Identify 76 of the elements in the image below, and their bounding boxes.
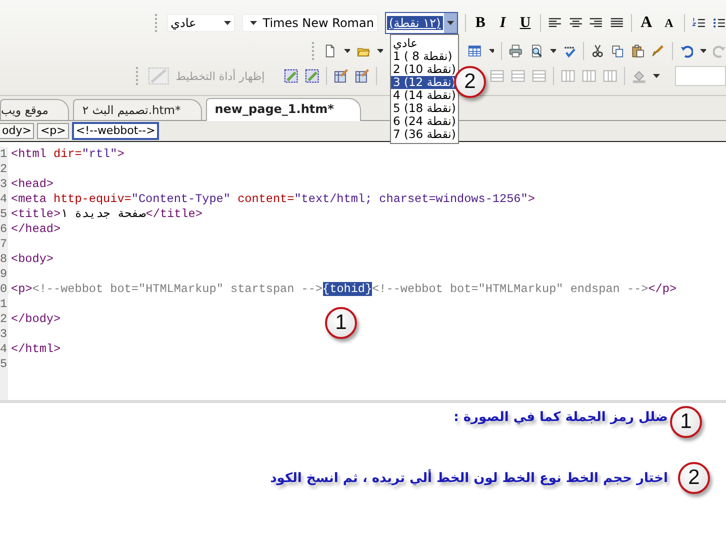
line-number: 3 xyxy=(0,327,8,342)
layout-cell-icon[interactable] xyxy=(284,68,298,84)
number-badge: 2 xyxy=(678,462,710,494)
shrink-font-button[interactable]: A xyxy=(661,16,677,30)
document-tab[interactable]: تصميم البث ٢.htm* xyxy=(73,99,202,120)
line-number: 0 xyxy=(0,282,8,297)
bold-button[interactable]: B xyxy=(472,14,488,32)
show-layout-tool-label: إظهار أداة التخطيط xyxy=(176,70,265,82)
tag-selector[interactable]: ody> xyxy=(0,123,34,139)
line-number: 4 xyxy=(0,342,8,357)
caret-icon[interactable] xyxy=(344,49,350,53)
document-icon[interactable] xyxy=(323,43,337,59)
font-size-option[interactable]: 6 (24 نقطة) xyxy=(391,115,458,128)
font-size-option[interactable]: عادي xyxy=(391,37,458,50)
caret-icon[interactable] xyxy=(550,49,556,53)
line-number: 6 xyxy=(0,222,8,237)
underline-button[interactable]: U xyxy=(518,14,533,32)
code-line: <html dir="rtl"> xyxy=(11,147,124,161)
font-size-option[interactable]: 1 ( 8 نقطة) xyxy=(391,50,458,63)
line-number: 1 xyxy=(0,297,8,312)
number-badge: 1 xyxy=(670,406,702,438)
tag-selector[interactable]: <!--webbot--> xyxy=(72,122,160,140)
caret-icon[interactable] xyxy=(250,21,257,25)
caret-icon[interactable] xyxy=(446,21,454,25)
line-number: 2 xyxy=(0,162,8,177)
caret-icon[interactable] xyxy=(488,49,494,53)
font-size-dropdown[interactable]: (١٢ نقطة) xyxy=(384,12,458,34)
italic-button[interactable]: I xyxy=(495,14,511,32)
code-line: <body> xyxy=(11,252,54,266)
code-line: </body> xyxy=(11,312,61,326)
edit-table-icon[interactable] xyxy=(355,68,370,84)
instruction-text: ضلل رمز الجملة كما في الصورة : xyxy=(454,410,668,425)
line-number: 7 xyxy=(0,237,8,252)
number-badge: 1 xyxy=(325,307,357,339)
font-size-option[interactable]: 5 (18 نقطة) xyxy=(391,102,458,115)
line-number: 5 xyxy=(0,357,8,372)
code-line: <!--webbot bot="HTMLMarkup" endspan --></p> xyxy=(372,282,677,296)
font-size-option[interactable]: 7 (36 نقطة) xyxy=(391,128,458,141)
caret-icon[interactable] xyxy=(700,49,706,53)
layout-cell-icon[interactable] xyxy=(305,68,320,84)
printer-icon[interactable] xyxy=(509,43,523,59)
number-badge: 2 xyxy=(454,66,486,98)
line-number: 2 xyxy=(0,312,8,327)
caret-icon[interactable] xyxy=(376,49,383,53)
scissors-icon[interactable] xyxy=(590,43,604,59)
tag-selector[interactable]: <p> xyxy=(37,123,69,139)
copy-icon[interactable] xyxy=(610,43,624,59)
code-line: <p><!--webbot bot="HTMLMarkup" startspan --> xyxy=(11,282,323,296)
code-line: </head> xyxy=(11,222,61,236)
code-line: </html> xyxy=(11,342,61,356)
code-line: <meta http-equiv="Content-Type" content="text/html; charset=windows-1256"> xyxy=(11,192,535,206)
document-tab[interactable]: موقع ويب xyxy=(0,99,70,120)
line-number: 1 xyxy=(0,147,8,162)
grow-font-button[interactable]: A xyxy=(638,14,654,32)
line-number: 5 xyxy=(0,207,8,222)
selected-code: {tohid} xyxy=(322,282,372,296)
document-tab[interactable]: new_page_1.htm* xyxy=(206,98,361,121)
combo-field[interactable] xyxy=(674,66,726,86)
line-number: 4 xyxy=(0,192,8,207)
font-size-option[interactable]: 3 (12 نقطة) xyxy=(391,76,458,89)
edit-table-icon[interactable] xyxy=(334,68,348,84)
paste-icon[interactable] xyxy=(631,43,644,59)
line-number: 3 xyxy=(0,177,8,192)
style-dropdown[interactable]: عادي xyxy=(166,14,235,32)
layout-tool-icon xyxy=(148,66,169,86)
undo-icon[interactable] xyxy=(680,43,693,59)
font-dropdown[interactable]: Times New Roman xyxy=(242,14,378,32)
code-line: <head> xyxy=(11,177,54,191)
brush-icon[interactable] xyxy=(651,43,665,59)
caret-icon[interactable] xyxy=(224,21,231,25)
instruction-text: اختار حجم الخط نوع الخط لون الخط ألي تريده ، ثم انسخ الكود xyxy=(270,471,668,486)
caret-icon[interactable] xyxy=(653,74,660,78)
table-icon[interactable] xyxy=(468,43,482,59)
preview-icon[interactable] xyxy=(530,43,543,59)
line-number: 9 xyxy=(0,267,8,282)
line-number: 8 xyxy=(0,252,8,267)
